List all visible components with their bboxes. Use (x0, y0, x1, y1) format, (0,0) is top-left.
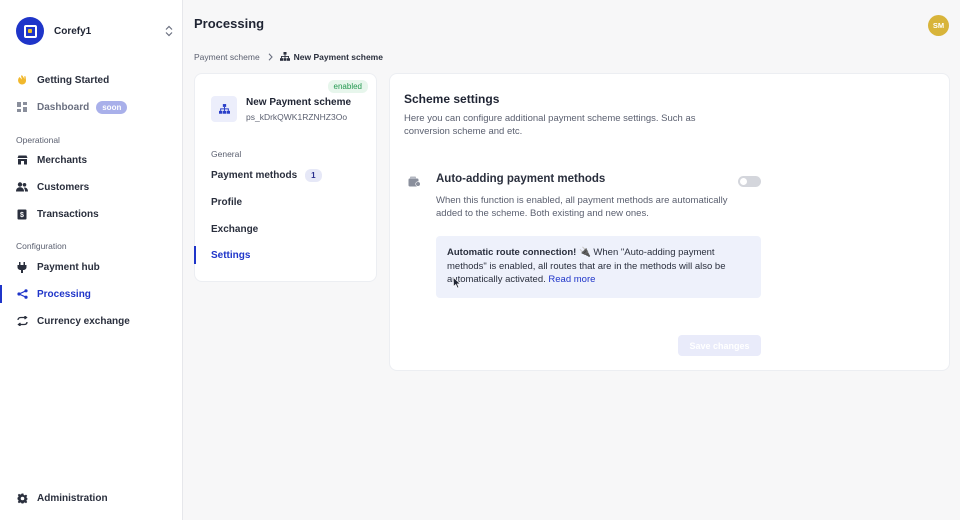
org-name: Corefy1 (54, 25, 92, 37)
auto-adding-toggle[interactable] (738, 176, 761, 187)
sidebar-item-administration[interactable]: Administration (0, 487, 182, 509)
sidebar-item-label: Payment hub (37, 261, 100, 273)
nav-section-operational: Operational (16, 135, 60, 145)
soon-badge: soon (96, 100, 128, 114)
sidebar-item-dashboard[interactable]: Dashboard soon (0, 96, 182, 118)
info-box: Automatic route connection! 🔌 When "Auto… (436, 236, 761, 298)
sidebar-item-transactions[interactable]: $ Transactions (0, 203, 182, 225)
panel-title: Scheme settings (404, 92, 500, 106)
sidebar-item-merchants[interactable]: Merchants (0, 149, 182, 171)
scheme-nav-label: Payment methods (211, 169, 298, 181)
sidebar-item-currency-exchange[interactable]: Currency exchange (0, 310, 182, 332)
sidebar-item-label: Customers (37, 181, 90, 193)
hierarchy-icon (211, 96, 237, 122)
sidebar-item-label: Currency exchange (37, 315, 130, 327)
scheme-id: ps_kDrkQWK1RZNHZ3Oo (246, 112, 348, 122)
sidebar-item-payment-hub[interactable]: Payment hub (0, 256, 182, 278)
breadcrumb-payment-scheme[interactable]: Payment scheme (194, 52, 260, 62)
sidebar-item-processing[interactable]: Processing (0, 283, 182, 305)
read-more-link[interactable]: Read more (548, 274, 595, 285)
scheme-nav-payment-methods[interactable]: Payment methods 1 (195, 165, 376, 185)
plug-icon (16, 261, 28, 273)
scheme-name: New Payment scheme (246, 97, 352, 108)
dashboard-icon (16, 101, 28, 113)
chevron-right-icon (268, 53, 273, 61)
toggle-knob (740, 178, 747, 185)
sidebar-item-label: Transactions (37, 208, 99, 220)
panel-description: Here you can configure additional paymen… (404, 113, 696, 137)
sidebar-item-label: Merchants (37, 154, 88, 166)
gear-icon (16, 492, 28, 504)
status-badge: enabled (327, 80, 368, 93)
scheme-card: enabled New Payment scheme ps_kDrkQWK1RZ… (194, 73, 377, 282)
org-switcher[interactable]: Corefy1 (16, 16, 176, 46)
share-icon (16, 288, 28, 300)
save-button[interactable]: Save changes (678, 335, 761, 356)
dollar-doc-icon: $ (16, 208, 28, 220)
hierarchy-icon (279, 51, 290, 63)
feature-description: When this function is enabled, all payme… (436, 195, 728, 219)
scheme-nav-label: Settings (211, 249, 251, 261)
scheme-nav-settings[interactable]: Settings (194, 245, 376, 265)
sidebar-item-label: Getting Started (37, 74, 110, 86)
nav-section-configuration: Configuration (16, 241, 67, 251)
wallet-icon (407, 174, 421, 188)
card-section-general: General (211, 149, 242, 159)
mouse-cursor-icon (453, 277, 461, 289)
sidebar-item-customers[interactable]: Customers (0, 176, 182, 198)
feature-title: Auto-adding payment methods (436, 173, 606, 185)
sidebar-item-label: Processing (37, 288, 91, 300)
breadcrumb: Payment scheme New Payment scheme (194, 51, 383, 63)
breadcrumb-current: New Payment scheme (293, 52, 383, 62)
count-badge: 1 (305, 168, 322, 182)
store-icon (16, 154, 28, 166)
sidebar-item-getting-started[interactable]: Getting Started (0, 69, 182, 91)
org-logo (16, 17, 44, 45)
scheme-settings-panel: Scheme settings Here you can configure a… (389, 73, 950, 371)
scheme-nav-label: Exchange (211, 223, 259, 235)
sidebar: Corefy1 Getting Started Dashboard soon O… (0, 0, 183, 520)
chevron-up-down-icon[interactable] (162, 22, 176, 40)
avatar[interactable]: SM (928, 15, 949, 36)
sidebar-item-label: Dashboard (37, 101, 90, 113)
info-strong: Automatic route connection! 🔌 (447, 247, 591, 258)
scheme-nav-label: Profile (211, 196, 243, 208)
scheme-nav-profile[interactable]: Profile (195, 192, 376, 212)
scheme-nav-exchange[interactable]: Exchange (195, 219, 376, 239)
sidebar-item-label: Administration (37, 492, 108, 504)
users-icon (16, 181, 28, 193)
page-title: Processing (194, 16, 265, 31)
exchange-arrows-icon (16, 315, 28, 327)
svg-text:$: $ (20, 212, 24, 219)
wave-hand-icon (16, 74, 28, 86)
